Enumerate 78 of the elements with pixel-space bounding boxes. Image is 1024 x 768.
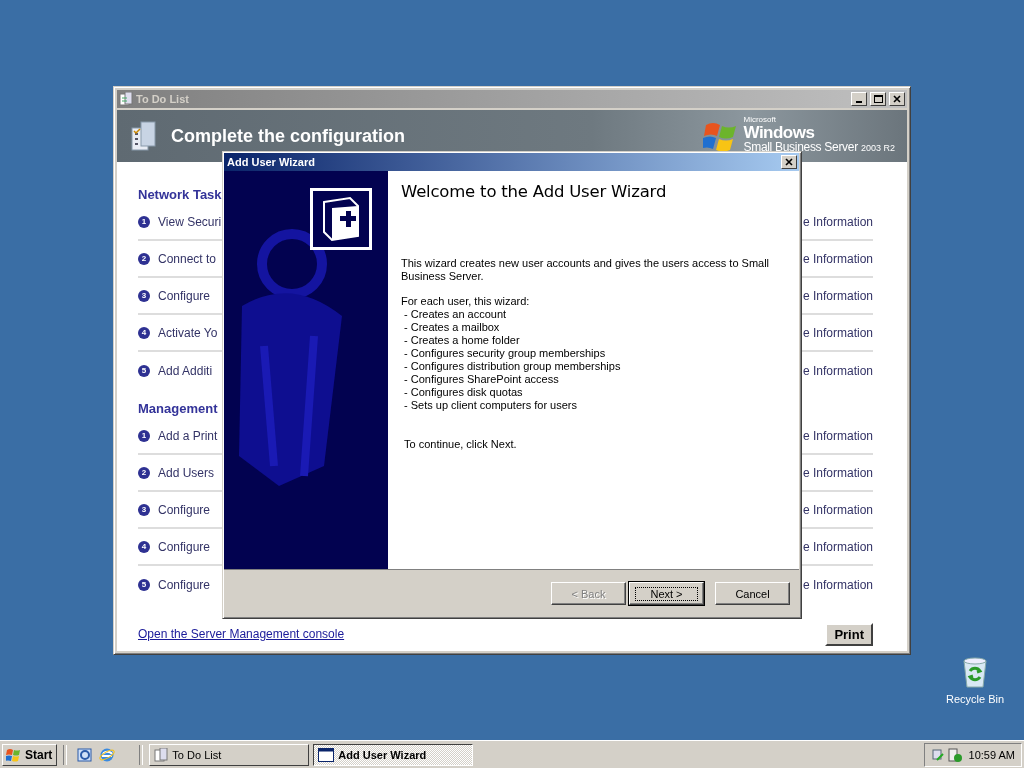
task-link[interactable]: Configure (158, 288, 211, 303)
close-icon (892, 94, 902, 104)
minimize-button[interactable] (851, 92, 867, 106)
info-link[interactable]: e Information (802, 288, 873, 303)
feature-item: - Creates a mailbox (404, 321, 501, 334)
feature-item: - Configures distribution group memberships (404, 360, 622, 373)
start-button[interactable]: Start (2, 743, 58, 766)
task-link[interactable]: Configure (158, 577, 211, 592)
step-number: 5 (138, 364, 150, 377)
step-number: 2 (138, 252, 150, 265)
task-link[interactable]: Add Users (158, 465, 215, 480)
task-link[interactable]: Connect to (158, 251, 217, 266)
maximize-button[interactable] (870, 92, 886, 106)
info-link[interactable]: e Information (802, 214, 873, 229)
list-title: For each user, this wizard: (401, 295, 531, 308)
feature-item: - Configures SharePoint access (404, 373, 560, 386)
desktop-shortcut-icon[interactable] (77, 746, 94, 763)
logo-brand-text: Windows (743, 124, 816, 141)
info-link[interactable]: e Information (802, 363, 873, 378)
step-number: 3 (138, 289, 150, 302)
checklist-icon (119, 92, 133, 106)
task-link[interactable]: Configure (158, 539, 211, 554)
close-icon (784, 157, 794, 167)
dialog-title: Add User Wizard (227, 156, 316, 168)
step-number: 4 (138, 540, 150, 553)
logo-maker-text: Microsoft (743, 116, 777, 124)
info-link[interactable]: e Information (802, 577, 873, 592)
checklist-icon (154, 747, 169, 762)
wizard-heading: Welcome to the Add User Wizard (401, 182, 668, 201)
info-link[interactable]: e Information (802, 251, 873, 266)
feature-item: - Creates an account (404, 308, 508, 321)
header-title: Complete the configuration (171, 125, 406, 147)
close-button[interactable] (781, 155, 797, 169)
minimize-icon (856, 101, 862, 103)
step-number: 1 (138, 429, 150, 442)
feature-item: - Creates a home folder (404, 334, 521, 347)
task-link[interactable]: View Securi (158, 214, 222, 229)
maximize-icon (873, 94, 883, 104)
feature-item: - Configures security group memberships (404, 347, 607, 360)
feature-item: - Configures disk quotas (404, 386, 524, 399)
info-link[interactable]: e Information (802, 465, 873, 480)
cross-box-icon (310, 188, 372, 250)
info-link[interactable]: e Information (802, 325, 873, 340)
step-number: 2 (138, 466, 150, 479)
globe-e-icon[interactable] (99, 746, 116, 763)
info-link[interactable]: e Information (802, 502, 873, 517)
window-title: To Do List (136, 93, 190, 105)
step-number: 3 (138, 503, 150, 516)
step-number: 5 (138, 578, 150, 591)
wizard-button[interactable]: Next > (629, 582, 704, 605)
info-link[interactable]: e Information (802, 539, 873, 554)
logo-product-text: Small Business Server (743, 140, 858, 154)
recycle-bin-icon[interactable] (961, 657, 989, 689)
feature-item: - Sets up client computers for users (404, 399, 578, 412)
info-link[interactable]: e Information (802, 428, 873, 443)
close-button[interactable] (889, 92, 905, 106)
document-status-icon[interactable] (947, 747, 962, 762)
clock: 10:59 AM (968, 748, 1015, 761)
task-link[interactable]: Add a Print (158, 428, 218, 443)
checklist-icon (129, 120, 157, 152)
section-heading: Network Task (138, 185, 222, 204)
print-button[interactable]: Print (825, 622, 873, 646)
task-link[interactable]: Activate Yo (158, 325, 218, 340)
section-heading: Management (138, 399, 218, 418)
window-icon (318, 747, 335, 762)
task-link[interactable]: Add Additi (158, 363, 213, 378)
intro-text: This wizard creates new user accounts and gives the users access to Small Business Server. (401, 257, 771, 283)
step-number: 1 (138, 215, 150, 228)
continue-text: To continue, click Next. (403, 438, 518, 450)
desktop-icon-label[interactable]: Recycle Bin (945, 693, 1005, 705)
task-link[interactable]: Configure (158, 502, 211, 517)
taskbar-button[interactable]: Add User Wizard (313, 743, 474, 766)
windows-flag-icon (6, 747, 22, 762)
wizard-button[interactable]: Cancel (715, 582, 790, 605)
step-number: 4 (138, 326, 150, 339)
console-link[interactable]: Open the Server Management console (138, 627, 345, 641)
taskbar-button[interactable]: To Do List (149, 743, 310, 766)
logo-version-text: 2003 R2 (860, 143, 895, 153)
